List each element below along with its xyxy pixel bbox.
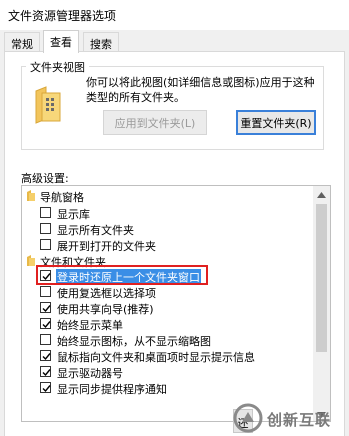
list-item-label: 使用共享向导(推荐)	[57, 303, 154, 316]
folder-view-icon	[34, 85, 64, 125]
list-item-label: 显示所有文件夹	[57, 224, 134, 237]
title-bar: 文件资源管理器选项	[0, 0, 349, 30]
list-item-show-libraries[interactable]: 显示库	[22, 205, 314, 221]
folder-views-description: 你可以将此视图(如详细信息或图标)应用于这种类型的所有文件夹。	[86, 76, 315, 104]
list-item-popup-descriptions[interactable]: 鼠标指向文件夹和桌面项时显示提示信息	[22, 348, 314, 364]
list-item-label: 使用复选框以选择项	[57, 287, 156, 300]
tab-general[interactable]: 常规	[4, 32, 40, 52]
show-drive-letters-checkbox[interactable]	[40, 366, 51, 377]
list-item-always-show-menus[interactable]: 始终显示菜单	[22, 316, 314, 332]
always-show-menus-checkbox[interactable]	[40, 318, 51, 329]
list-item-label: 显示同步提供程序通知	[57, 383, 167, 396]
vertical-scrollbar[interactable]	[313, 186, 330, 421]
scroll-up-arrow-icon[interactable]	[313, 186, 330, 203]
advanced-settings-list[interactable]: 导航窗格 显示库 显示所有文件夹 展开到打开的文件夹 文件和文件夹 登录时还原上…	[21, 185, 331, 422]
watermark-text: 创新互联	[267, 410, 332, 429]
list-item-use-checkboxes[interactable]: 使用复选框以选择项	[22, 284, 314, 300]
list-item-sharing-wizard[interactable]: 使用共享向导(推荐)	[22, 300, 314, 316]
list-item-sync-provider-notifications[interactable]: 显示同步提供程序通知	[22, 380, 314, 396]
expand-to-open-folder-checkbox[interactable]	[40, 239, 51, 250]
tab-view[interactable]: 查看	[43, 30, 79, 53]
list-item-always-show-icons[interactable]: 始终显示图标，从不显示缩略图	[22, 332, 314, 348]
watermark: 创新互联	[233, 403, 345, 436]
list-item-label: 始终显示菜单	[57, 319, 123, 332]
tab-strip: 常规 查看 搜索	[0, 30, 349, 53]
list-item-show-all-folders[interactable]: 显示所有文件夹	[22, 221, 314, 237]
popup-descriptions-checkbox[interactable]	[40, 350, 51, 361]
sync-provider-notifications-checkbox[interactable]	[40, 382, 51, 393]
folder-icon	[26, 189, 36, 205]
annotation-highlight-box	[36, 265, 208, 285]
list-item-label: 显示驱动器号	[57, 367, 123, 380]
list-item-label: 始终显示图标，从不显示缩略图	[57, 335, 211, 348]
advanced-settings-label: 高级设置:	[21, 172, 69, 185]
window-title: 文件资源管理器选项	[8, 9, 117, 23]
tab-search[interactable]: 搜索	[83, 32, 119, 52]
list-item-label: 鼠标指向文件夹和桌面项时显示提示信息	[57, 351, 255, 364]
list-item-show-drive-letters[interactable]: 显示驱动器号	[22, 364, 314, 380]
show-libraries-checkbox[interactable]	[40, 207, 51, 218]
always-show-icons-checkbox[interactable]	[40, 334, 51, 345]
list-item-label: 显示库	[57, 208, 90, 221]
use-checkboxes-checkbox[interactable]	[40, 286, 51, 297]
watermark-logo-icon	[233, 403, 263, 436]
sharing-wizard-checkbox[interactable]	[40, 302, 51, 313]
folder-views-group: 文件夹视图 你可以将此视图(如详细信息或图标)应用于这种类型的所有文件夹。	[21, 59, 324, 150]
list-item-label: 展开到打开的文件夹	[57, 240, 156, 253]
apply-to-folders-button[interactable]: 应用到文件夹(L)	[103, 110, 207, 135]
advanced-settings-items: 导航窗格 显示库 显示所有文件夹 展开到打开的文件夹 文件和文件夹 登录时还原上…	[22, 186, 314, 421]
list-item-label: 导航窗格	[40, 191, 84, 204]
list-item-nav-pane: 导航窗格	[22, 188, 314, 204]
show-all-folders-checkbox[interactable]	[40, 223, 51, 234]
scrollbar-thumb[interactable]	[316, 204, 327, 352]
reset-folders-button[interactable]: 重置文件夹(R)	[236, 110, 316, 135]
folder-views-title: 文件夹视图	[26, 59, 89, 75]
list-item-expand-to-open-folder[interactable]: 展开到打开的文件夹	[22, 237, 314, 253]
